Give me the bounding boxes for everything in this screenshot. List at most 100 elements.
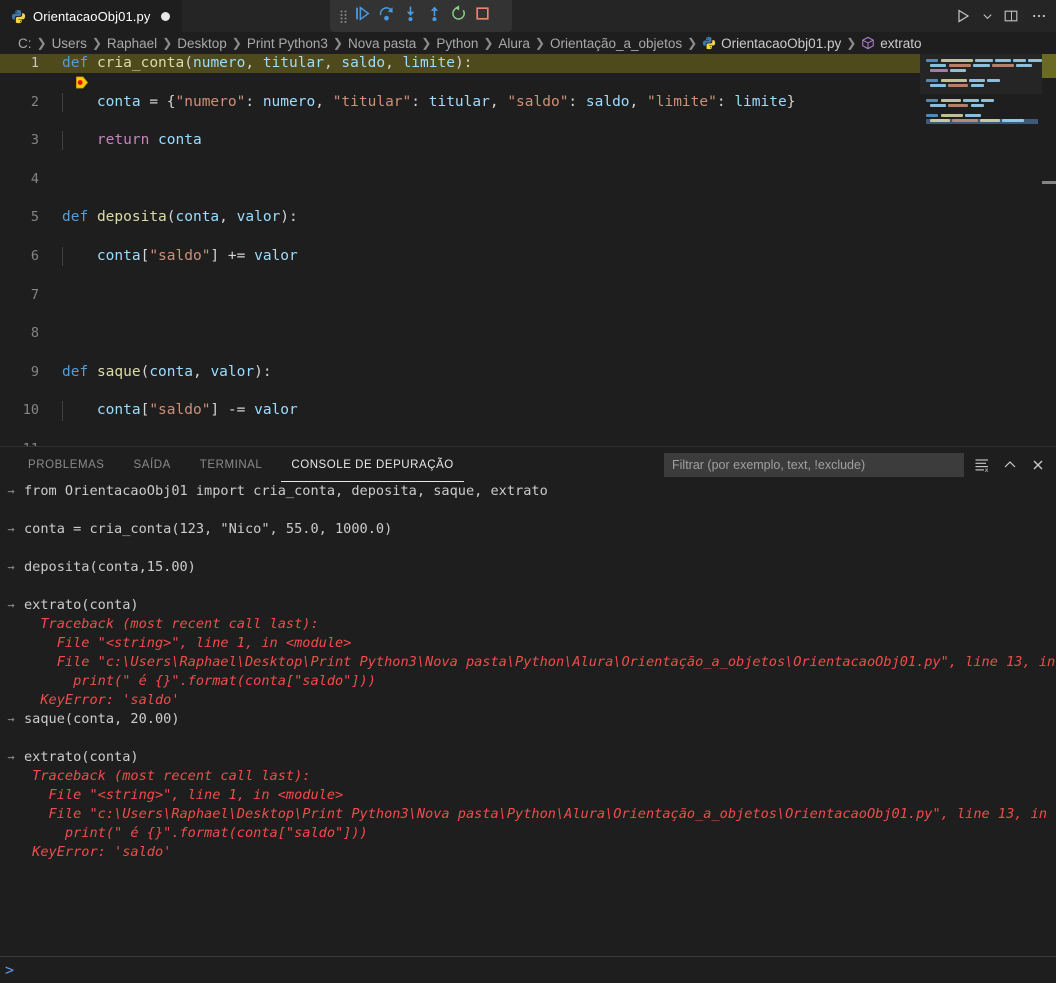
code-editor[interactable]: 1 def cria_conta(numero, titular, saldo,… [0,54,1056,446]
console-error-row: KeyError: 'saldo' [0,843,1056,862]
unsaved-indicator-dot[interactable] [161,12,171,21]
tab-terminal[interactable]: TERMINAL [190,447,273,482]
console-prompt-arrow-icon: → [7,598,15,612]
breadcrumb-item-nova-pasta[interactable]: Nova pasta [348,36,416,51]
run-file-button[interactable] [950,3,976,29]
console-input-row: → conta = cria_conta(123, "Nico", 55.0, 1… [0,520,1056,539]
console-error-row: print(" é {}".format(conta["saldo"])) [0,672,1056,691]
console-blank-row [0,577,1056,596]
console-line-text: extrato(conta) [24,597,139,613]
console-line-text: print(" é {}".format(conta["saldo"])) [24,825,368,841]
step-into-button[interactable] [398,4,422,28]
console-error-row: File "<string>", line 1, in <module> [0,634,1056,653]
minimap[interactable] [920,54,1042,446]
editor-scrollbar[interactable] [1042,54,1056,446]
console-prompt-arrow-icon: → [7,560,15,574]
drag-handle-icon[interactable] [336,4,350,28]
symbol-method-icon [861,36,875,50]
console-line-text: File "<string>", line 1, in <module> [24,635,352,651]
python-file-icon [11,9,26,24]
breadcrumb-item-symbol[interactable]: extrato [880,36,921,51]
tab-console-de-depuracao[interactable]: CONSOLE DE DEPURAÇÃO [281,447,465,482]
breadcrumb-item-orientacao-a-objetos[interactable]: Orientação_a_objetos [550,36,682,51]
code-line-3[interactable]: 3 return conta [0,131,1056,151]
repl-input[interactable] [14,962,1056,978]
console-blank-row [0,729,1056,748]
close-panel-button[interactable] [1028,455,1048,475]
console-input-row: → deposita(conta,15.00) [0,558,1056,577]
svg-text:x: x [985,466,989,473]
console-error-row: File "c:\Users\Raphael\Desktop\Print Pyt… [0,805,1056,824]
code-line-5[interactable]: 5 def deposita(conta, valor): [0,208,1056,227]
breadcrumb-item-desktop[interactable]: Desktop [177,36,227,51]
breadcrumb-separator-icon: ❯ [36,36,47,50]
breadcrumb-item-raphael[interactable]: Raphael [107,36,157,51]
more-actions-button[interactable] [1026,3,1052,29]
editor-tab-orientacaoobj01[interactable]: OrientacaoObj01.py [0,0,183,32]
console-line-text: KeyError: 'saldo' [24,844,172,860]
chevron-down-icon[interactable] [978,3,996,29]
stop-button[interactable] [470,4,494,28]
breadcrumb-separator-icon: ❯ [687,36,698,50]
console-error-row: File "<string>", line 1, in <module> [0,786,1056,805]
clear-console-button[interactable]: x [972,455,992,475]
editor-tab-label: OrientacaoObj01.py [33,9,151,24]
console-line-text: from OrientacaoObj01 import cria_conta, … [24,483,548,499]
console-prompt-arrow-icon: → [7,750,15,764]
code-line-4[interactable]: 4 [0,170,1056,189]
breadcrumb-separator-icon: ❯ [534,36,545,50]
line-number: 10 [22,402,39,419]
breadcrumb-item-alura[interactable]: Alura [498,36,530,51]
breadcrumb-item-print-python3[interactable]: Print Python3 [247,36,328,51]
breadcrumb-item-file[interactable]: OrientacaoObj01.py [721,36,841,51]
bottom-panel: PROBLEMAS SAÍDA TERMINAL CONSOLE DE DEPU… [0,446,1056,983]
code-line-9[interactable]: 9 def saque(conta, valor): [0,363,1056,382]
console-error-row: Traceback (most recent call last): [0,615,1056,634]
breadcrumb: C: ❯ Users ❯ Raphael ❯ Desktop ❯ Print P… [0,32,1056,54]
code-line-1[interactable]: 1 def cria_conta(numero, titular, saldo,… [0,54,1056,89]
step-over-button[interactable] [374,4,398,28]
console-error-row: KeyError: 'saldo' [0,691,1056,710]
breadcrumb-separator-icon: ❯ [483,36,494,50]
line-number: 4 [30,170,39,187]
filter-input[interactable] [664,452,964,477]
step-out-button[interactable] [422,4,446,28]
python-file-icon [702,36,716,50]
continue-icon [354,5,371,27]
console-input-row: → extrato(conta) [0,748,1056,767]
line-number: 3 [30,132,39,149]
breadcrumb-item-python[interactable]: Python [436,36,478,51]
console-line-text: File "<string>", line 1, in <module> [24,787,344,803]
code-line-10[interactable]: 10 conta["saldo"] -= valor [0,401,1056,421]
debug-console-repl[interactable]: > [0,956,1056,983]
tab-problemas[interactable]: PROBLEMAS [18,447,115,482]
code-lines[interactable]: 1 def cria_conta(numero, titular, saldo,… [0,54,1056,446]
console-prompt-arrow-icon: → [7,484,15,498]
code-line-7[interactable]: 7 [0,286,1056,305]
console-line-text: File "c:\Users\Raphael\Desktop\Print Pyt… [24,654,1056,670]
code-line-8[interactable]: 8 [0,324,1056,343]
collapse-panel-button[interactable] [1000,455,1020,475]
line-number: 7 [30,286,39,303]
line-number: 6 [30,247,39,264]
scrollbar-thumb[interactable] [1042,181,1056,184]
breadcrumb-item-drive[interactable]: C: [18,36,32,51]
breadcrumb-item-users[interactable]: Users [52,36,87,51]
panel-header: PROBLEMAS SAÍDA TERMINAL CONSOLE DE DEPU… [0,447,1056,482]
restart-button[interactable] [446,4,470,28]
continue-button[interactable] [350,4,374,28]
code-line-2[interactable]: 2 conta = {"numero": numero, "titular": … [0,92,1056,112]
split-editor-button[interactable] [998,3,1024,29]
console-blank-row [0,501,1056,520]
code-line-6[interactable]: 6 conta["saldo"] += valor [0,246,1056,267]
step-into-icon [402,5,419,27]
tabbar-empty-space [182,0,1056,32]
breadcrumb-separator-icon: ❯ [846,36,857,50]
debug-console-output[interactable]: → from OrientacaoObj01 import cria_conta,… [0,482,1056,956]
breadcrumb-separator-icon: ❯ [332,36,343,50]
breadcrumb-separator-icon: ❯ [231,36,242,50]
console-error-row: File "c:\Users\Raphael\Desktop\Print Pyt… [0,653,1056,672]
line-number: 1 [30,55,39,71]
debug-toolbar [330,0,512,32]
tab-saida[interactable]: SAÍDA [124,447,181,482]
